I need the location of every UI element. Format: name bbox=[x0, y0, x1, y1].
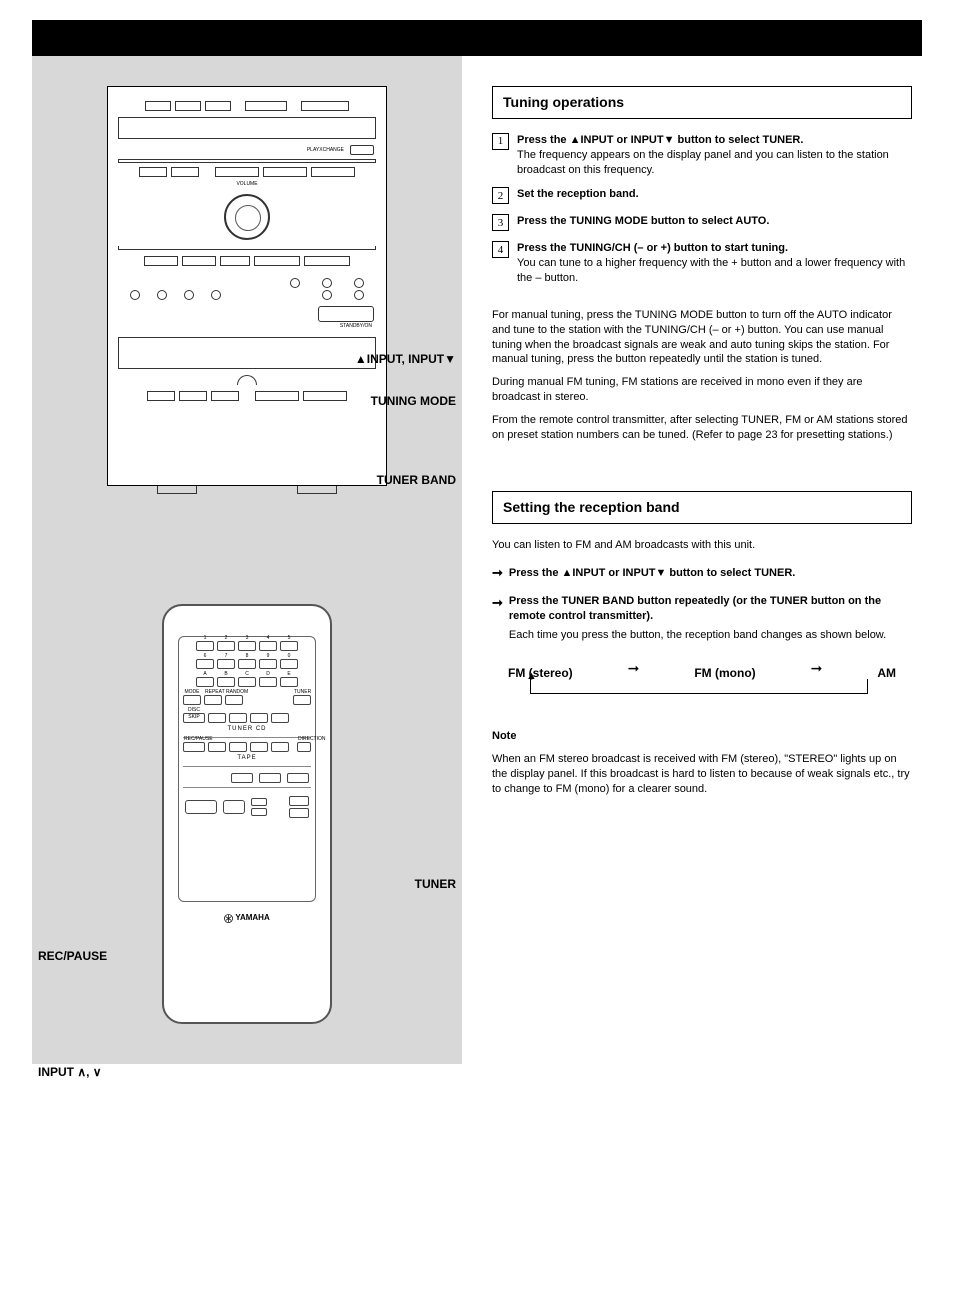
band-intro: You can listen to FM and AM broadcasts w… bbox=[492, 538, 912, 553]
callout-remote-input: INPUT ∧, ∨ bbox=[38, 1064, 102, 1080]
flow-fm-mono: FM (mono) bbox=[694, 665, 755, 681]
step-number-3: 3 bbox=[492, 214, 509, 231]
step1-title: Press the ▲INPUT or INPUT▼ button to sel… bbox=[517, 133, 912, 148]
step-2: 2 Set the reception band. bbox=[492, 187, 912, 204]
step-number-1: 1 bbox=[492, 133, 509, 150]
stereo-diagram: PLAYXCHANGE VOLUME bbox=[107, 86, 387, 486]
label-tape: TAPE bbox=[179, 754, 315, 762]
arrow-icon: ➞ bbox=[492, 594, 503, 612]
step2-title: Set the reception band. bbox=[517, 187, 912, 202]
callout-remote-tuner: TUNER bbox=[415, 876, 456, 892]
heading-tuning-operations: Tuning operations bbox=[492, 86, 912, 119]
callout-remote-recpause: REC/PAUSE bbox=[38, 948, 107, 964]
step3-title: Press the TUNING MODE button to select A… bbox=[517, 214, 912, 229]
flow-fm-stereo: FM (stereo) bbox=[508, 665, 573, 681]
remote-preset-note: From the remote control transmitter, aft… bbox=[492, 413, 912, 443]
manual-tuning-note-1: For manual tuning, press the TUNING MODE… bbox=[492, 308, 912, 367]
callout-input: ▲INPUT, INPUT▼ bbox=[355, 351, 456, 367]
step4-title: Press the TUNING/CH (– or +) button to s… bbox=[517, 241, 912, 256]
remote-diagram: 12345 67890 ABCDE MODEREPEATRANDOM TUNER… bbox=[162, 604, 332, 1024]
heading-setting-band: Setting the reception band bbox=[492, 491, 912, 524]
callout-tuner-band: TUNER BAND bbox=[377, 472, 456, 488]
arrow-icon: ➞ bbox=[628, 659, 640, 678]
arrow-icon: ➞ bbox=[492, 564, 503, 582]
flow-am: AM bbox=[877, 665, 896, 681]
band-action-1: ➞ Press the ▲INPUT or INPUT▼ button to s… bbox=[492, 564, 912, 582]
arrow-icon: ➞ bbox=[811, 659, 823, 678]
step1-body: The frequency appears on the display pan… bbox=[517, 148, 912, 178]
note-body: When an FM stereo broadcast is received … bbox=[492, 752, 912, 797]
note-heading: Note bbox=[492, 729, 912, 744]
label-playxchange: PLAYXCHANGE bbox=[307, 147, 344, 154]
label-tuner-cd: TUNER CD bbox=[179, 725, 315, 733]
step-number-4: 4 bbox=[492, 241, 509, 258]
black-title-bar bbox=[32, 20, 922, 56]
step-1: 1 Press the ▲INPUT or INPUT▼ button to s… bbox=[492, 133, 912, 178]
band-action-2: ➞ Press the TUNER BAND button repeatedly… bbox=[492, 594, 912, 643]
step4-body: You can tune to a higher frequency with … bbox=[517, 256, 912, 286]
step-3: 3 Press the TUNING MODE button to select… bbox=[492, 214, 912, 231]
brand-logo: YAMAHA bbox=[164, 913, 330, 924]
label-standby: STANDBY/ON bbox=[108, 323, 386, 330]
step-number-2: 2 bbox=[492, 187, 509, 204]
step-4: 4 Press the TUNING/CH (– or +) button to… bbox=[492, 241, 912, 286]
callout-tuning-mode: TUNING MODE bbox=[371, 393, 456, 409]
manual-tuning-note-2: During manual FM tuning, FM stations are… bbox=[492, 375, 912, 405]
text-column: Tuning operations 1 Press the ▲INPUT or … bbox=[462, 56, 922, 1064]
band-flow-diagram: FM (stereo) ➞ FM (mono) ➞ AM ▲ bbox=[500, 663, 904, 714]
label-volume: VOLUME bbox=[108, 181, 386, 188]
figures-column: PLAYXCHANGE VOLUME bbox=[32, 56, 462, 1064]
